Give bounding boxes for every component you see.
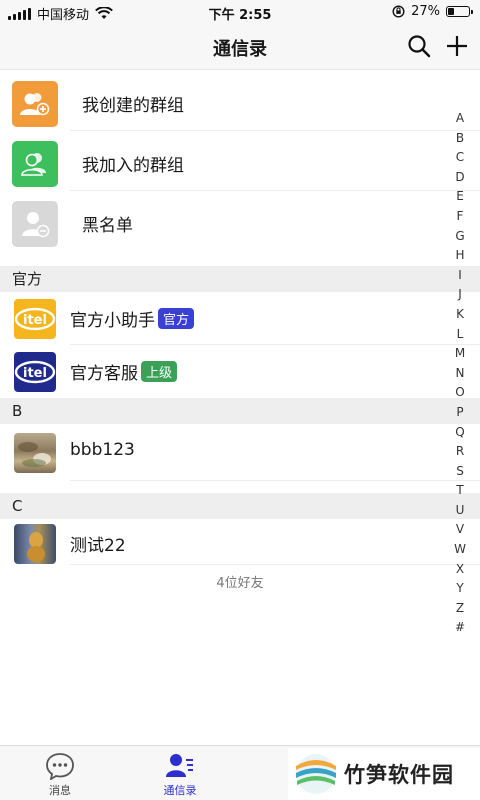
section-header-official: 官方 (0, 266, 480, 292)
divider (70, 480, 480, 481)
group-icon (12, 141, 58, 187)
alphabet-index-letter[interactable]: O (455, 383, 464, 403)
status-bar: 中国移动 下午 2:55 27% (0, 0, 480, 24)
navigation-bar: 通信录 (0, 24, 480, 70)
alphabet-index-letter[interactable]: J (458, 285, 462, 305)
contact-row-bbb123[interactable]: bbb123 (0, 424, 480, 481)
battery-icon (446, 6, 473, 17)
divider (70, 564, 480, 565)
alphabet-index-letter[interactable]: E (456, 187, 464, 207)
friend-count: 4位好友 (216, 576, 264, 591)
alphabet-index-letter[interactable]: N (456, 364, 465, 384)
contact-name: 测试22 (70, 536, 126, 556)
section-header-c: C (0, 493, 480, 519)
watermark-logo (296, 754, 336, 794)
group-row-created[interactable]: 我创建的群组 (0, 71, 480, 131)
contact-name: 官方客服 上级 (70, 359, 178, 384)
photo-avatar (14, 524, 56, 564)
alphabet-index-letter[interactable]: G (455, 227, 464, 247)
alphabet-index-letter[interactable]: V (456, 520, 464, 540)
group-row-label: 我创建的群组 (82, 96, 184, 116)
status-right: 27% (392, 4, 473, 19)
group-row-blacklist[interactable]: 黑名单 (0, 191, 480, 251)
itel-logo-blue: itel (14, 352, 56, 392)
group-row-label: 黑名单 (82, 216, 133, 236)
alphabet-index-letter[interactable]: Y (456, 579, 463, 599)
svg-text:itel: itel (23, 366, 47, 381)
alphabet-index-letter[interactable]: R (456, 442, 464, 462)
contacts-icon (166, 754, 193, 777)
alphabet-index-letter[interactable]: # (455, 618, 465, 638)
contact-list: 我创建的群组 我加入的群组 黑名单 官方 itel 官方小助手 官方 itel … (0, 71, 480, 565)
alphabet-index-letter[interactable]: L (457, 325, 464, 345)
contact-name-text: 官方客服 (70, 364, 138, 384)
tab-messages[interactable]: 消息 (20, 752, 100, 798)
alphabet-index-letter[interactable]: B (456, 129, 464, 149)
plus-icon[interactable] (444, 33, 470, 59)
alphabet-index-letter[interactable]: Q (455, 423, 464, 443)
battery-percent: 27% (411, 4, 440, 19)
group-add-icon (12, 81, 58, 127)
tab-label: 消息 (49, 784, 71, 797)
tab-contacts[interactable]: 通信录 (140, 752, 220, 798)
alphabet-index-letter[interactable]: D (455, 168, 464, 188)
alphabet-index-letter[interactable]: P (456, 403, 463, 423)
orientation-lock-icon (392, 5, 405, 18)
contact-row-service[interactable]: itel 官方客服 上级 (0, 345, 480, 398)
alphabet-index-letter[interactable]: U (456, 501, 465, 521)
alphabet-index-letter[interactable]: Z (456, 599, 464, 619)
alphabet-index-letter[interactable]: C (456, 148, 464, 168)
watermark-text: 竹笋软件园 (344, 763, 454, 787)
contact-name-text: 官方小助手 (70, 311, 155, 331)
tab-label: 通信录 (163, 784, 197, 797)
alphabet-index-letter[interactable]: A (456, 109, 464, 129)
alphabet-index[interactable]: A B C D E F G H I J K L M N O P Q R S T U V W X Y Z # (452, 109, 468, 638)
alphabet-index-letter[interactable]: T (456, 481, 463, 501)
search-icon[interactable] (406, 33, 432, 59)
alphabet-index-letter[interactable]: F (457, 207, 464, 227)
group-row-label: 我加入的群组 (82, 156, 184, 176)
contact-name: 官方小助手 官方 (70, 306, 195, 331)
watermark: 竹笋软件园 (288, 748, 480, 800)
contact-row-test22[interactable]: 测试22 (0, 519, 480, 565)
contact-row-assistant[interactable]: itel 官方小助手 官方 (0, 292, 480, 345)
blocked-user-icon (12, 201, 58, 247)
official-tag: 官方 (158, 308, 195, 329)
alphabet-index-letter[interactable]: W (454, 540, 466, 560)
contact-name: bbb123 (70, 440, 135, 460)
battery-fill (448, 8, 454, 15)
alphabet-index-letter[interactable]: X (456, 560, 464, 580)
alphabet-index-letter[interactable]: K (456, 305, 464, 325)
superior-tag: 上级 (141, 361, 178, 382)
chat-bubble-icon (46, 753, 74, 780)
alphabet-index-letter[interactable]: H (455, 246, 464, 266)
alphabet-index-letter[interactable]: S (456, 462, 464, 482)
section-header-b: B (0, 398, 480, 424)
svg-text:itel: itel (23, 313, 47, 328)
alphabet-index-letter[interactable]: M (455, 344, 465, 364)
itel-logo-yellow: itel (14, 299, 56, 339)
photo-avatar (14, 433, 56, 473)
alphabet-index-letter[interactable]: I (458, 266, 462, 286)
group-row-joined[interactable]: 我加入的群组 (0, 131, 480, 191)
